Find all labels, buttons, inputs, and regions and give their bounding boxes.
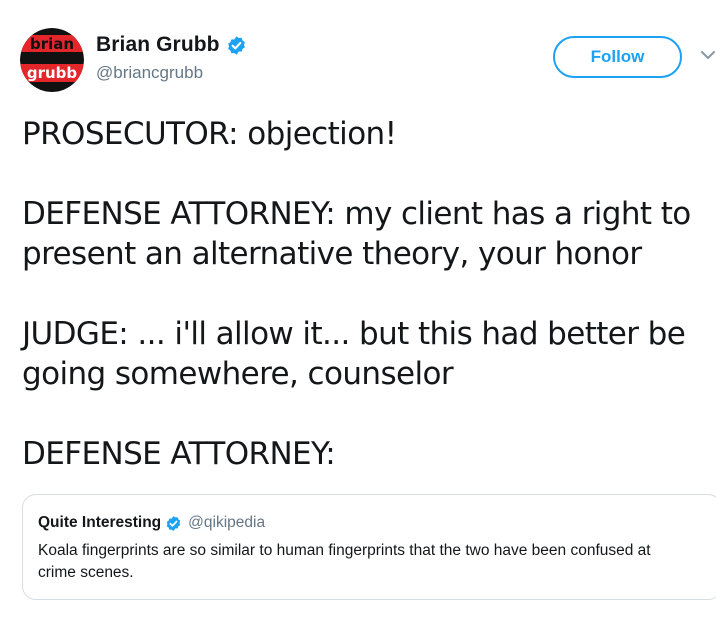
author-name-row[interactable]: Brian Grubb — [96, 33, 247, 57]
tweet-line: present an alternative theory, your hono… — [22, 236, 642, 272]
tweet-line: going somewhere, counselor — [22, 356, 454, 392]
tweet: brian grubb Brian Grubb @briancgrubb Fol… — [0, 0, 716, 622]
quoted-tweet-header: Quite Interesting @qikipedia — [38, 514, 265, 532]
avatar[interactable]: brian grubb — [20, 28, 84, 92]
display-name[interactable]: Brian Grubb — [96, 33, 220, 57]
tweet-text: PROSECUTOR: objection! DEFENSE ATTORNEY:… — [22, 114, 712, 474]
quoted-display-name: Quite Interesting — [38, 514, 162, 531]
quoted-tweet-text: Koala fingerprints are so similar to hum… — [38, 542, 651, 581]
tweet-line: DEFENSE ATTORNEY: my client has a right … — [22, 196, 691, 232]
follow-button[interactable]: Follow — [553, 36, 682, 78]
tweet-line: PROSECUTOR: objection! — [22, 116, 397, 152]
quoted-tweet[interactable]: Quite Interesting @qikipedia Koala finge… — [22, 494, 716, 600]
tweet-line: JUDGE: ... i'll allow it... but this had… — [22, 316, 686, 352]
quoted-handle: @qikipedia — [188, 514, 266, 531]
verified-badge-icon — [165, 515, 182, 532]
chevron-down-icon[interactable] — [700, 48, 716, 62]
verified-badge-icon — [226, 35, 247, 56]
tweet-line: DEFENSE ATTORNEY: — [22, 436, 336, 472]
avatar-logo-bottom: grubb — [27, 64, 78, 82]
handle[interactable]: @briancgrubb — [96, 63, 203, 83]
avatar-logo-top: brian — [30, 35, 74, 53]
